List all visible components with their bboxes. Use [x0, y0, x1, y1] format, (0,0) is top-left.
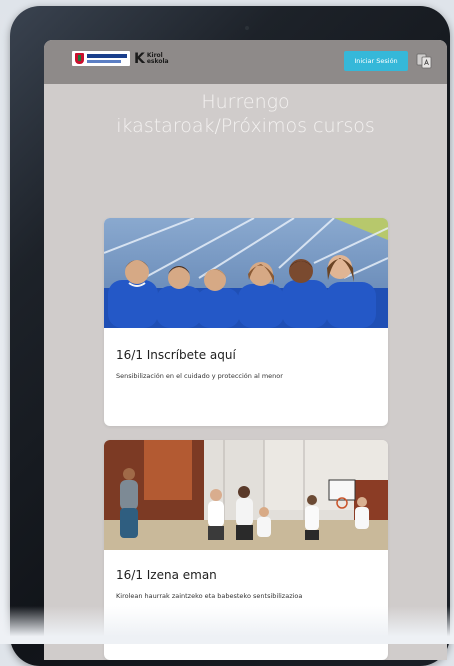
course-title[interactable]: 16/1 Izena eman	[116, 568, 217, 582]
bottom-fade	[0, 606, 454, 644]
course-description: Kirolean haurrak zaintzeko eta babesteko…	[116, 592, 303, 600]
course-card[interactable]: 16/1 Inscríbete aquí Sensibilización en …	[104, 218, 388, 426]
shield-icon	[75, 53, 84, 64]
course-description: Sensibilización en el cuidado y protecci…	[116, 372, 283, 380]
children-gym-basketball-photo	[104, 440, 388, 550]
logo-stripe	[87, 54, 127, 58]
tablet-device: K Kirol eskola Iniciar Sesión Hurrengo i…	[10, 6, 450, 666]
basque-government-logo[interactable]	[72, 51, 130, 66]
children-running-track-photo	[104, 218, 388, 328]
top-navigation-bar: K Kirol eskola Iniciar Sesión	[44, 40, 447, 84]
logo-stripe	[87, 60, 121, 63]
k-logo-icon: K	[134, 51, 145, 67]
camera-dot	[245, 26, 249, 30]
app-screen: K Kirol eskola Iniciar Sesión Hurrengo i…	[44, 40, 447, 660]
language-translate-icon[interactable]	[416, 52, 432, 70]
course-title[interactable]: 16/1 Inscríbete aquí	[116, 348, 236, 362]
kirol-eskola-wordmark: Kirol eskola	[147, 53, 169, 65]
logo-text-line2: eskola	[146, 58, 169, 65]
page-title: Hurrengo ikastaroak/Próximos cursos	[116, 91, 375, 137]
kirol-eskola-logo[interactable]: K Kirol eskola	[134, 49, 169, 69]
login-button[interactable]: Iniciar Sesión	[344, 51, 408, 71]
